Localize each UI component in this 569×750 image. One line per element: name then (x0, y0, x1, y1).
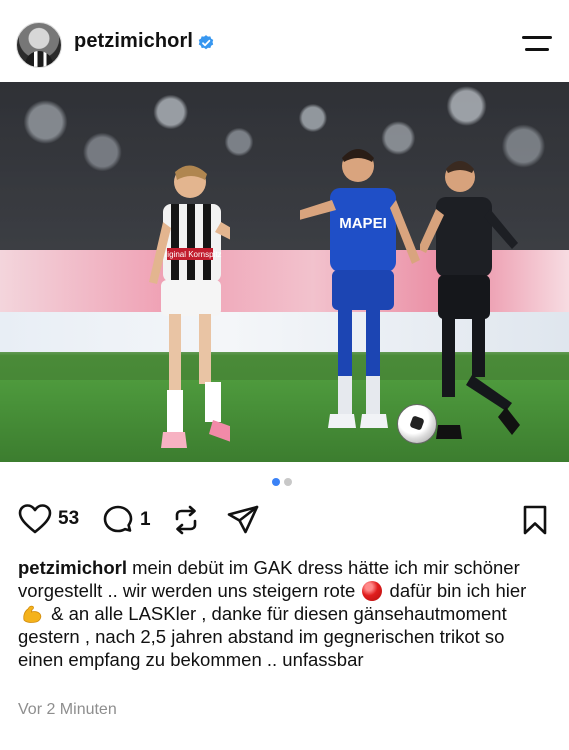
comment-bubble-icon (103, 505, 133, 533)
jersey-sponsor-black: Original Kornspitz (158, 250, 221, 259)
post-photo[interactable]: Original Kornspitz MAPEI (0, 82, 569, 462)
football (397, 404, 437, 444)
player-black-white: Original Kornspitz (149, 165, 230, 448)
carousel-indicator (272, 478, 296, 486)
comment-count[interactable]: 1 (140, 509, 151, 531)
referee (420, 161, 520, 439)
send-paper-plane-icon (227, 505, 259, 534)
carousel-dot-2[interactable] (284, 478, 292, 486)
repost-icon (175, 505, 197, 535)
like-button[interactable]: 53 (18, 504, 79, 534)
share-button[interactable] (226, 504, 260, 536)
flexed-biceps-emoji-icon (23, 605, 42, 623)
bookmark-icon (523, 505, 547, 535)
player-blue: MAPEI (300, 149, 420, 428)
comment-button[interactable]: 1 (102, 504, 151, 536)
avatar[interactable] (16, 22, 62, 68)
like-count[interactable]: 53 (58, 508, 79, 530)
jersey-sponsor-blue: MAPEI (339, 215, 387, 232)
caption-text-part3: & an alle LASKler , danke für diesen gän… (18, 603, 507, 670)
header-username[interactable]: petzimichorl (74, 30, 193, 53)
heart-icon (18, 504, 52, 534)
action-bar: 53 1 (0, 500, 569, 542)
save-button[interactable] (520, 504, 550, 536)
post-timestamp: Vor 2 Minuten (18, 701, 117, 718)
post-caption: petzimichorl mein debüt im GAK dress hät… (18, 556, 553, 671)
repost-button[interactable] (172, 504, 200, 536)
verified-badge-icon (198, 35, 214, 50)
carousel-dot-1[interactable] (272, 478, 280, 486)
red-circle-emoji-icon (362, 581, 383, 601)
hamburger-menu-icon[interactable] (522, 34, 552, 54)
caption-username[interactable]: petzimichorl (18, 557, 127, 578)
post-header: petzimichorl (0, 0, 569, 82)
caption-text-part2: dafür bin ich hier (389, 580, 527, 601)
